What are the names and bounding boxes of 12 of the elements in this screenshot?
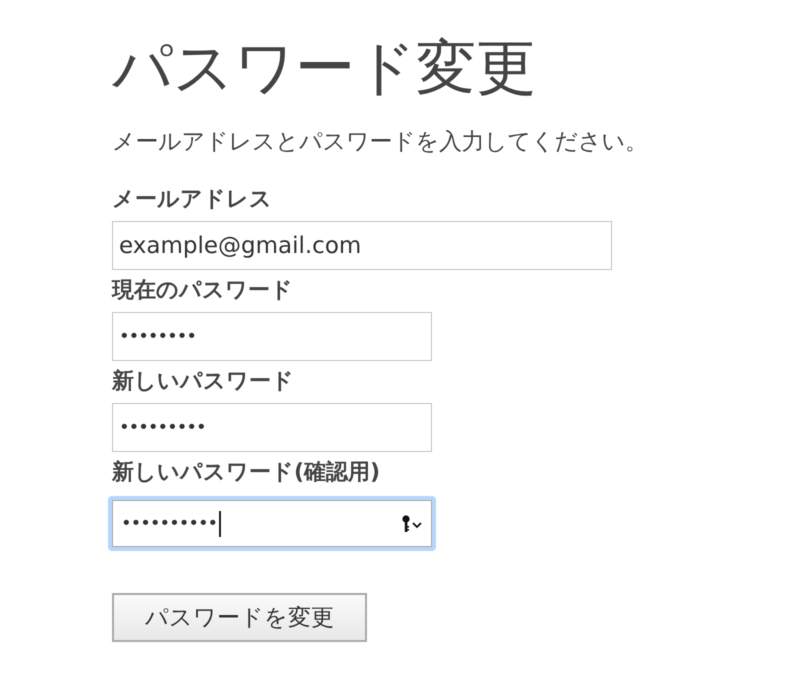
password-field[interactable]: •••••••••• xyxy=(108,496,436,551)
field-label: 現在のパスワード xyxy=(112,277,293,305)
change-password-button[interactable]: パスワードを変更 xyxy=(112,593,367,642)
field-label: 新しいパスワード(確認用) xyxy=(112,459,380,487)
email-field[interactable]: example@gmail.com xyxy=(112,221,612,270)
field-label: メールアドレス xyxy=(112,186,272,214)
password-field[interactable]: •••••••• xyxy=(112,312,432,361)
password-field[interactable]: ••••••••• xyxy=(112,403,432,452)
instruction-text: メールアドレスとパスワードを入力してください。 xyxy=(112,128,648,157)
page-title: パスワード変更 xyxy=(112,32,536,105)
key-dropdown-icon[interactable] xyxy=(401,514,423,534)
field-label: 新しいパスワード xyxy=(112,368,294,396)
